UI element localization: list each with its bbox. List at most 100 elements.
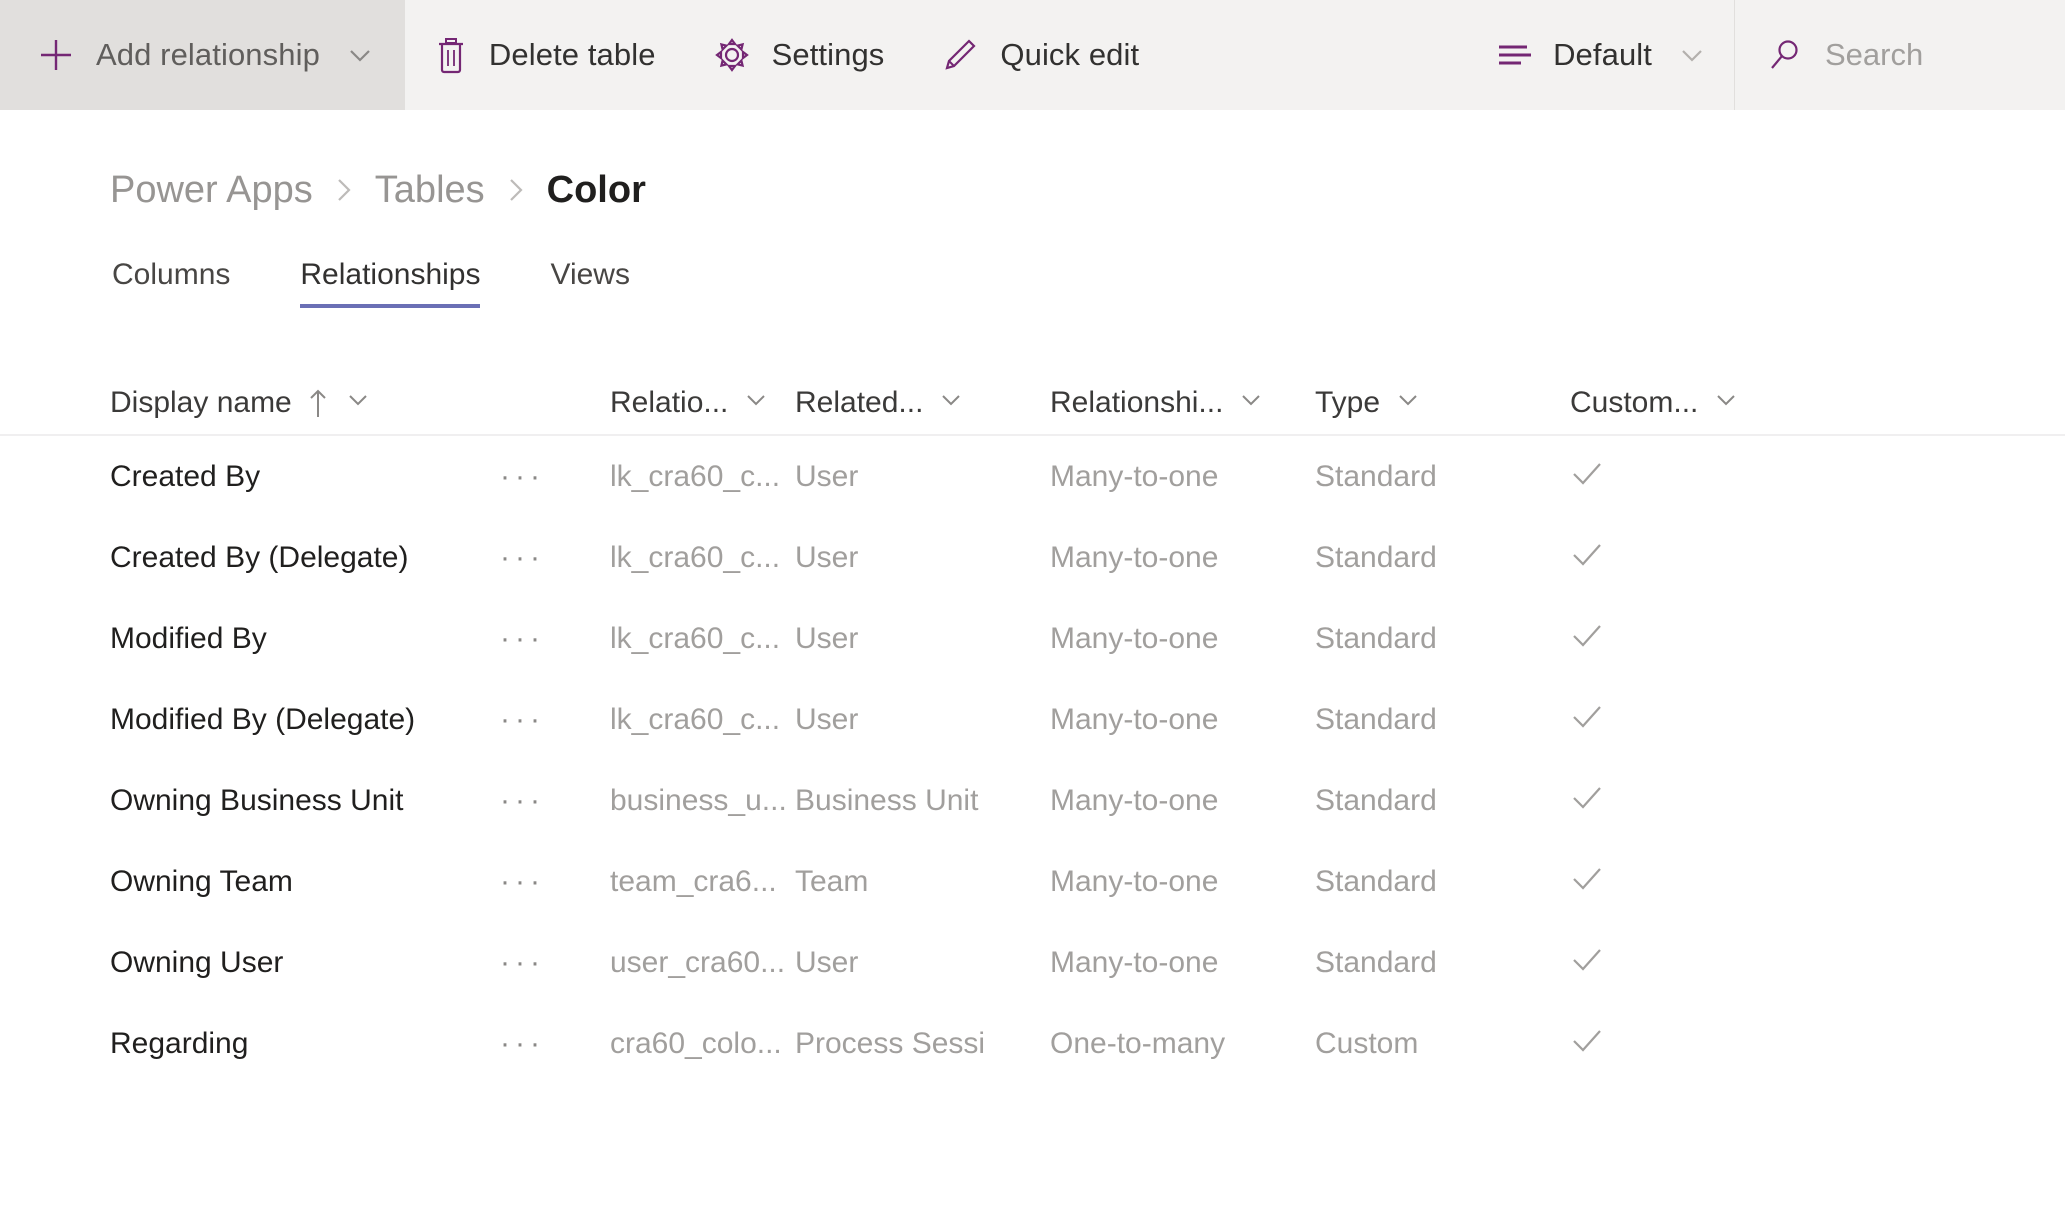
row-overflow-menu-button[interactable]: ··· xyxy=(500,1027,610,1061)
add-relationship-label: Add relationship xyxy=(96,37,320,72)
cell-related-table: User xyxy=(795,945,859,979)
row-overflow-menu-button[interactable]: ··· xyxy=(500,703,610,737)
cell-relationship-type: Many-to-one xyxy=(1050,621,1219,655)
cell-relationship-type: Many-to-one xyxy=(1050,864,1219,898)
cell-display-name: Regarding xyxy=(110,1026,249,1060)
grid-body: Created By ··· lk_cra60_c... User Many-to-on… xyxy=(0,436,2065,1084)
cell-relationship-type: Many-to-one xyxy=(1050,702,1219,736)
row-overflow-menu-button[interactable]: ··· xyxy=(500,541,610,575)
check-icon xyxy=(1570,863,1604,893)
row-overflow-menu-button[interactable]: ··· xyxy=(500,460,610,494)
table-row[interactable]: Owning Business Unit ··· business_u... Busi… xyxy=(0,760,2065,841)
chevron-right-icon xyxy=(503,172,529,208)
cell-display-name: Created By xyxy=(110,459,261,493)
column-header-relationship-name[interactable]: Relatio... xyxy=(610,385,795,421)
table-row[interactable]: Modified By (Delegate) ··· lk_cra60_c... Us… xyxy=(0,679,2065,760)
view-selector-label: Default xyxy=(1553,37,1652,72)
chevron-down-icon[interactable] xyxy=(1712,385,1740,421)
cell-related-table: Team xyxy=(795,864,869,898)
cell-display-name: Created By (Delegate) xyxy=(110,540,409,574)
table-row[interactable]: Regarding ··· cra60_colo... Process Sessi On… xyxy=(0,1003,2065,1084)
row-overflow-menu-button[interactable]: ··· xyxy=(500,865,610,899)
table-row[interactable]: Created By (Delegate) ··· lk_cra60_c... Use… xyxy=(0,517,2065,598)
command-bar: Add relationship Delete table Settings Q… xyxy=(0,0,2065,110)
chevron-down-icon[interactable] xyxy=(742,385,770,421)
breadcrumb-item-power-apps[interactable]: Power Apps xyxy=(110,169,313,212)
check-icon xyxy=(1570,458,1604,488)
cell-customizable xyxy=(1570,539,1770,577)
table-row[interactable]: Modified By ··· lk_cra60_c... User Many-to-o… xyxy=(0,598,2065,679)
view-selector-button[interactable]: Default xyxy=(1469,0,1734,110)
cell-display-name: Owning User xyxy=(110,945,284,979)
search-input[interactable]: Search xyxy=(1825,37,1923,73)
chevron-down-icon[interactable] xyxy=(937,385,965,421)
cell-type: Standard xyxy=(1315,621,1437,655)
cell-relationship-name: lk_cra60_c... xyxy=(610,702,781,736)
page-content: Power Apps Tables Color Columns Relation… xyxy=(0,162,2065,1084)
delete-table-label: Delete table xyxy=(488,37,656,72)
table-row[interactable]: Owning User ··· user_cra60... User Many-to-o… xyxy=(0,922,2065,1003)
trash-icon xyxy=(433,35,469,75)
cell-relationship-name: lk_cra60_c... xyxy=(610,459,781,493)
cell-relationship-type: Many-to-one xyxy=(1050,945,1219,979)
column-header-related-table[interactable]: Related... xyxy=(795,385,1050,421)
check-icon xyxy=(1570,620,1604,650)
gear-icon xyxy=(712,35,752,75)
cell-type: Standard xyxy=(1315,783,1437,817)
row-overflow-menu-button[interactable]: ··· xyxy=(500,622,610,656)
row-overflow-menu-button[interactable]: ··· xyxy=(500,946,610,980)
tab-views[interactable]: Views xyxy=(550,258,629,308)
cell-customizable xyxy=(1570,620,1770,658)
tab-columns[interactable]: Columns xyxy=(112,258,230,308)
settings-button[interactable]: Settings xyxy=(684,0,913,110)
cell-related-table: Process Sessi xyxy=(795,1026,986,1060)
cell-customizable xyxy=(1570,458,1770,496)
cell-relationship-name: team_cra6... xyxy=(610,864,777,898)
chevron-down-icon[interactable] xyxy=(344,385,372,421)
column-header-display-name[interactable]: Display name xyxy=(110,385,500,421)
column-header-type[interactable]: Type xyxy=(1315,385,1570,421)
chevron-right-icon xyxy=(331,172,357,208)
cell-display-name: Modified By xyxy=(110,621,267,655)
cell-display-name: Owning Business Unit xyxy=(110,783,404,817)
cell-relationship-type: Many-to-one xyxy=(1050,540,1219,574)
quick-edit-label: Quick edit xyxy=(1000,37,1140,72)
add-relationship-button[interactable]: Add relationship xyxy=(0,0,404,110)
pencil-icon xyxy=(940,35,980,75)
row-overflow-menu-button[interactable]: ··· xyxy=(500,784,610,818)
column-header-relationship-type[interactable]: Relationshi... xyxy=(1050,385,1315,421)
cell-relationship-name: business_u... xyxy=(610,783,787,817)
settings-label: Settings xyxy=(771,37,885,72)
chevron-down-icon[interactable] xyxy=(1394,385,1422,421)
cell-relationship-name: lk_cra60_c... xyxy=(610,540,781,574)
breadcrumb-item-tables[interactable]: Tables xyxy=(375,169,485,212)
cell-display-name: Modified By (Delegate) xyxy=(110,702,416,736)
table-row[interactable]: Created By ··· lk_cra60_c... User Many-to-on… xyxy=(0,436,2065,517)
search-box[interactable]: Search xyxy=(1735,0,2065,110)
table-row[interactable]: Owning Team ··· team_cra6... Team Many-to-on… xyxy=(0,841,2065,922)
search-icon xyxy=(1767,37,1803,73)
tab-relationships[interactable]: Relationships xyxy=(300,258,481,308)
quick-edit-button[interactable]: Quick edit xyxy=(912,0,1167,110)
delete-table-button[interactable]: Delete table xyxy=(405,0,684,110)
chevron-down-icon[interactable] xyxy=(1678,41,1706,69)
relationships-grid: Display name Relatio... Related... Relat… xyxy=(0,372,2065,1084)
column-header-customizable[interactable]: Custom... xyxy=(1570,385,1770,421)
cell-related-table: User xyxy=(795,702,859,736)
breadcrumb-item-current: Color xyxy=(546,168,646,211)
check-icon xyxy=(1570,782,1604,812)
plus-icon xyxy=(36,35,76,75)
arrow-up-icon xyxy=(306,386,330,420)
check-icon xyxy=(1570,539,1604,569)
cell-relationship-type: Many-to-one xyxy=(1050,783,1219,817)
cell-type: Standard xyxy=(1315,864,1437,898)
cell-relationship-name: cra60_colo... xyxy=(610,1026,782,1060)
cell-type: Standard xyxy=(1315,459,1437,493)
cell-type: Standard xyxy=(1315,702,1437,736)
cell-type: Custom xyxy=(1315,1026,1419,1060)
check-icon xyxy=(1570,944,1604,974)
check-icon xyxy=(1570,1025,1604,1055)
chevron-down-icon[interactable] xyxy=(346,41,374,69)
chevron-down-icon[interactable] xyxy=(1237,385,1265,421)
